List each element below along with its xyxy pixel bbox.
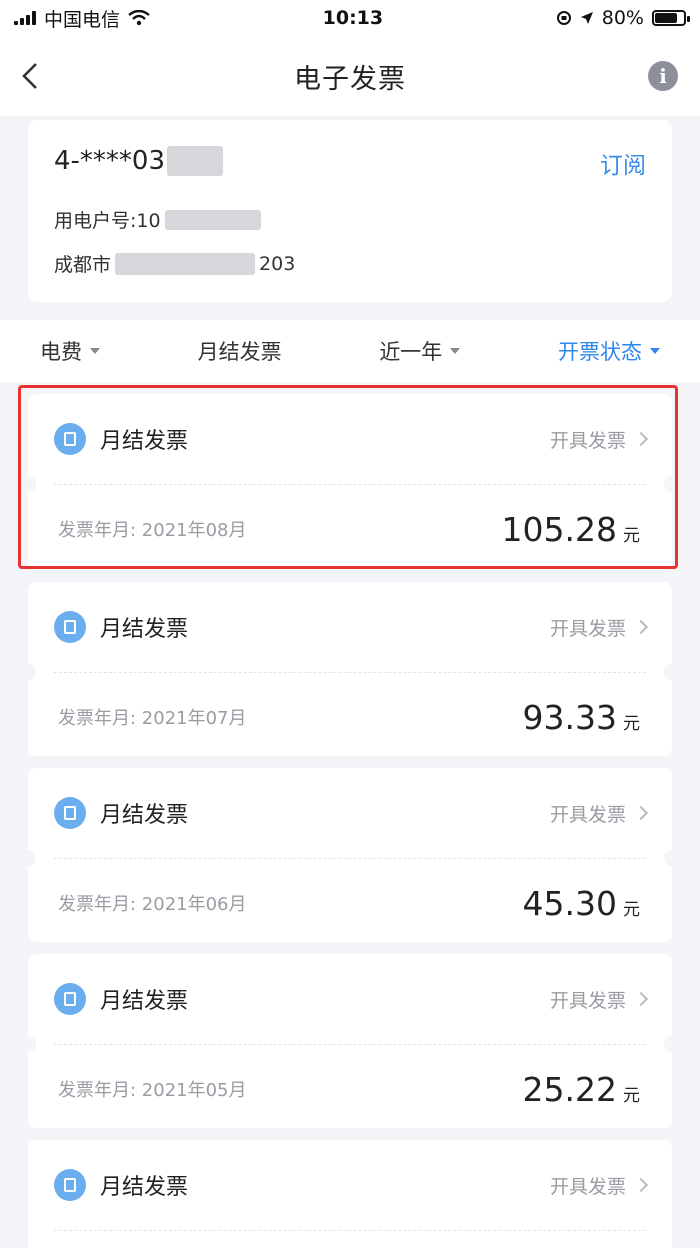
account-number: 4-****03 [54,146,224,176]
invoice-amount: 25.22 [522,1069,617,1109]
chevron-right-icon [633,805,649,821]
carrier-name: 中国电信 [44,8,121,31]
info-icon[interactable]: i [648,61,678,91]
invoice-doc-icon [54,983,86,1015]
chevron-left-icon [22,63,37,89]
nav-bar: 电子发票 i [0,36,700,116]
filter-fee-type[interactable]: 电费 [40,336,100,366]
currency-unit: 元 [623,713,640,734]
status-bar: 中国电信 10:13 80% [0,0,700,36]
address-line: 成都市 203 [54,252,296,276]
chevron-right-icon [633,1177,649,1193]
orientation-lock-icon [556,11,571,25]
battery-percent: 80% [601,7,644,29]
signal-icon [14,11,36,25]
invoice-doc-icon [54,1169,86,1201]
caret-down-icon [90,348,100,354]
invoice-card[interactable]: 月结发票 开具发票 发票年月: 2021年05月 25.22 元 [20,954,680,1128]
invoice-doc-icon [54,797,86,829]
account-id-line: 用电户号:10 [54,206,261,233]
masked-region [164,209,261,230]
issue-invoice-button[interactable]: 开具发票 [550,986,649,1013]
chevron-right-icon [633,619,649,635]
invoice-amount: 93.33 [522,697,617,737]
invoice-type: 月结发票 [100,617,189,642]
issue-invoice-button[interactable]: 开具发票 [550,800,649,827]
highlight-box [18,385,678,569]
invoice-date: 发票年月: 2021年05月 [58,1080,247,1101]
status-time: 10:13 [322,7,384,29]
page-title: 电子发票 [294,63,406,95]
invoice-date: 发票年月: 2021年07月 [58,708,247,729]
caret-down-icon [450,348,461,354]
filter-invoice-type[interactable]: 月结发票 [198,336,282,366]
currency-unit: 元 [623,1085,640,1106]
invoice-card[interactable]: 月结发票 开具发票 发票年月: 2021年07月 93.33 元 [20,582,680,756]
wifi-icon [128,10,150,26]
issue-invoice-button[interactable]: 开具发票 [550,614,649,641]
battery-icon [651,10,690,26]
filter-period[interactable]: 近一年 [379,336,461,366]
chevron-right-icon [633,991,649,1007]
filter-invoice-status[interactable]: 开票状态 [558,336,660,366]
invoice-doc-icon [54,611,86,643]
filter-bar: 电费 月结发票 近一年 开票状态 [0,320,700,382]
masked-region [167,146,224,176]
subscribe-link[interactable]: 订阅 [600,146,646,180]
currency-unit: 元 [623,899,640,920]
invoice-amount: 45.30 [522,883,617,923]
invoice-type: 月结发票 [100,803,189,828]
invoice-type: 月结发票 [100,989,189,1014]
account-card: 4-****03 订阅 用电户号:10 成都市 203 [28,120,672,302]
location-icon [580,12,593,24]
back-button[interactable] [10,56,50,96]
issue-invoice-button[interactable]: 开具发票 [550,1172,649,1199]
invoice-card[interactable]: 月结发票 开具发票 [28,1140,672,1248]
invoice-card[interactable]: 月结发票 开具发票 发票年月: 2021年06月 45.30 元 [20,768,680,942]
invoice-date: 发票年月: 2021年06月 [58,894,247,915]
masked-region [115,252,256,275]
invoice-type: 月结发票 [100,1175,189,1200]
caret-down-icon [649,348,660,354]
